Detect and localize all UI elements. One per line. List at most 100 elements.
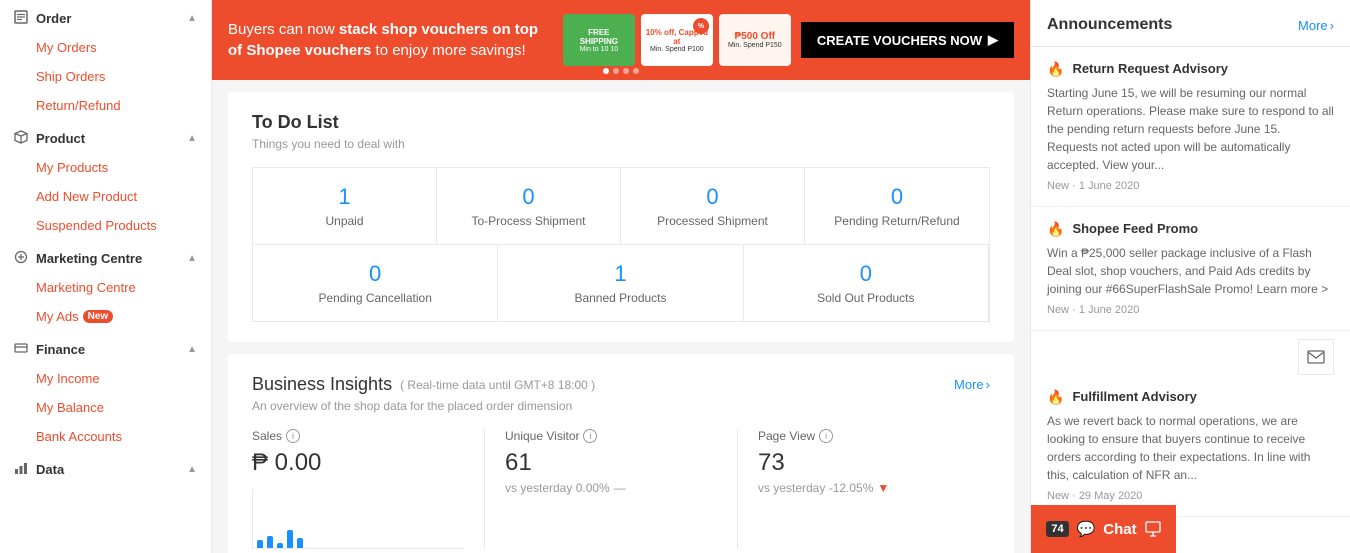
cards-area: To Do List Things you need to deal with …	[212, 80, 1030, 553]
chat-badge: 74	[1046, 521, 1068, 537]
todo-cell-pending-cancellation[interactable]: 0 Pending Cancellation	[253, 245, 498, 321]
todo-num-pending-return: 0	[821, 184, 973, 210]
dot-3[interactable]	[623, 68, 629, 74]
todo-cell-processed[interactable]: 0 Processed Shipment	[621, 168, 805, 244]
sidebar-section-data[interactable]: Data ▲	[0, 451, 211, 484]
chat-label: Chat	[1103, 521, 1136, 538]
play-icon: ▶	[988, 32, 998, 48]
sidebar-item-return-refund[interactable]: Return/Refund	[0, 91, 211, 120]
todo-label-unpaid: Unpaid	[269, 214, 420, 228]
announcement-shopee-feed[interactable]: 🔥 Shopee Feed Promo Win a ₱25,000 seller…	[1031, 207, 1350, 331]
insights-card: Business Insights ( Real-time data until…	[228, 354, 1014, 553]
announcements-more-link[interactable]: More ›	[1298, 18, 1334, 33]
announcement-meta-3: New · 29 May 2020	[1047, 490, 1334, 502]
sidebar-section-order-label: Order	[36, 11, 71, 26]
dot-2[interactable]	[613, 68, 619, 74]
sidebar-section-order[interactable]: Order ▲	[0, 0, 211, 33]
metric-value-sales: ₱ 0.00	[252, 449, 464, 477]
todo-num-sold-out: 0	[760, 261, 972, 287]
chat-button[interactable]: 74 💬 Chat	[1031, 505, 1176, 553]
sidebar-item-bank-accounts[interactable]: Bank Accounts	[0, 422, 211, 451]
metric-value-page-view: 73	[758, 449, 970, 477]
banner-card-500off: ₱500 Off Min. Spend P150	[719, 14, 791, 66]
insights-subtitle: An overview of the shop data for the pla…	[252, 399, 990, 413]
metric-label-unique-visitor: Unique Visitor i	[505, 429, 717, 443]
marketing-icon	[14, 250, 28, 267]
dot-1[interactable]	[603, 68, 609, 74]
announcement-title-row-3: 🔥 Fulfillment Advisory	[1047, 389, 1334, 406]
page-view-info-icon[interactable]: i	[819, 429, 833, 443]
todo-label-processed: Processed Shipment	[637, 214, 788, 228]
announcement-return-advisory[interactable]: 🔥 Return Request Advisory Starting June …	[1031, 47, 1350, 207]
chevron-up-icon: ▲	[187, 13, 197, 24]
envelope-icon	[1307, 350, 1325, 364]
sidebar-section-finance[interactable]: Finance ▲	[0, 331, 211, 364]
announcement-body-3: As we revert back to normal operations, …	[1047, 412, 1334, 484]
trend-down-icon: ▼	[877, 481, 889, 495]
announcement-fulfillment[interactable]: 🔥 Fulfillment Advisory As we revert back…	[1031, 375, 1350, 517]
chat-icon: 💬	[1077, 520, 1096, 538]
announcement-meta-1: New · 1 June 2020	[1047, 180, 1334, 192]
todo-label-banned: Banned Products	[514, 291, 726, 305]
todo-cell-unpaid[interactable]: 1 Unpaid	[253, 168, 437, 244]
todo-num-to-process: 0	[453, 184, 604, 210]
sidebar-section-finance-label: Finance	[36, 342, 85, 357]
fire-icon-3: 🔥	[1047, 389, 1064, 406]
dot-separator-1: ·	[1072, 180, 1079, 192]
sidebar-item-my-income[interactable]: My Income	[0, 364, 211, 393]
announcement-title-3: Fulfillment Advisory	[1072, 389, 1196, 404]
metric-sales: Sales i ₱ 0.00	[252, 429, 484, 549]
new-badge-my-ads: New	[83, 310, 114, 323]
create-vouchers-button[interactable]: CREATE VOUCHERS NOW ▶	[801, 22, 1014, 58]
insights-realtime: ( Real-time data until GMT+8 18:00 )	[400, 378, 595, 392]
dot-4[interactable]	[633, 68, 639, 74]
dot-separator-3: ·	[1072, 490, 1079, 502]
chevron-up-icon-finance: ▲	[187, 344, 197, 355]
sidebar-item-marketing-centre[interactable]: Marketing Centre	[0, 273, 211, 302]
todo-num-unpaid: 1	[269, 184, 420, 210]
sidebar-section-product[interactable]: Product ▲	[0, 120, 211, 153]
announcement-body-2: Win a ₱25,000 seller package inclusive o…	[1047, 244, 1334, 298]
envelope-button[interactable]	[1298, 339, 1334, 375]
todo-num-banned: 1	[514, 261, 726, 287]
announcement-title-1: Return Request Advisory	[1072, 61, 1228, 76]
todo-cell-banned[interactable]: 1 Banned Products	[498, 245, 743, 321]
sidebar-section-data-label: Data	[36, 462, 64, 477]
data-icon	[14, 461, 28, 478]
todo-cell-pending-return[interactable]: 0 Pending Return/Refund	[805, 168, 989, 244]
chevron-up-icon-marketing: ▲	[187, 253, 197, 264]
metric-page-view: Page View i 73 vs yesterday -12.05% ▼	[737, 429, 990, 549]
todo-num-processed: 0	[637, 184, 788, 210]
metric-unique-visitor: Unique Visitor i 61 vs yesterday 0.00% —	[484, 429, 737, 549]
sidebar-section-marketing[interactable]: Marketing Centre ▲	[0, 240, 211, 273]
sidebar-item-suspended-products[interactable]: Suspended Products	[0, 211, 211, 240]
sidebar-item-my-balance[interactable]: My Balance	[0, 393, 211, 422]
chevron-up-icon-data: ▲	[187, 464, 197, 475]
chevron-right-icon: ›	[986, 377, 990, 392]
todo-cell-to-process[interactable]: 0 To-Process Shipment	[437, 168, 621, 244]
insights-title: Business Insights	[252, 374, 392, 395]
sales-info-icon[interactable]: i	[286, 429, 300, 443]
sidebar-section-marketing-label: Marketing Centre	[36, 251, 142, 266]
banner-card-discount: 10% off, Capped at Min. Spend P100 %	[641, 14, 713, 66]
main-content: Buyers can now stack shop vouchers on to…	[212, 0, 1030, 553]
product-icon	[14, 130, 28, 147]
fire-icon-1: 🔥	[1047, 61, 1064, 78]
sidebar-item-ship-orders[interactable]: Ship Orders	[0, 62, 211, 91]
banner-text-part2: to enjoy more savings!	[371, 42, 525, 59]
todo-card: To Do List Things you need to deal with …	[228, 92, 1014, 342]
unique-visitor-info-icon[interactable]: i	[583, 429, 597, 443]
sidebar-item-my-ads[interactable]: My Ads New	[0, 302, 211, 331]
sidebar-item-my-products[interactable]: My Products	[0, 153, 211, 182]
todo-title: To Do List	[252, 112, 990, 133]
banner-text: Buyers can now stack shop vouchers on to…	[228, 19, 553, 61]
sidebar-item-my-orders[interactable]: My Orders	[0, 33, 211, 62]
metric-compare-unique-visitor: vs yesterday 0.00% —	[505, 481, 717, 495]
sidebar-item-add-new-product[interactable]: Add New Product	[0, 182, 211, 211]
announcements-more-label: More	[1298, 18, 1328, 33]
metric-value-unique-visitor: 61	[505, 449, 717, 477]
todo-cell-sold-out[interactable]: 0 Sold Out Products	[744, 245, 989, 321]
todo-label-sold-out: Sold Out Products	[760, 291, 972, 305]
insights-more-link[interactable]: More ›	[954, 377, 990, 392]
announcements-title: Announcements	[1047, 16, 1172, 34]
